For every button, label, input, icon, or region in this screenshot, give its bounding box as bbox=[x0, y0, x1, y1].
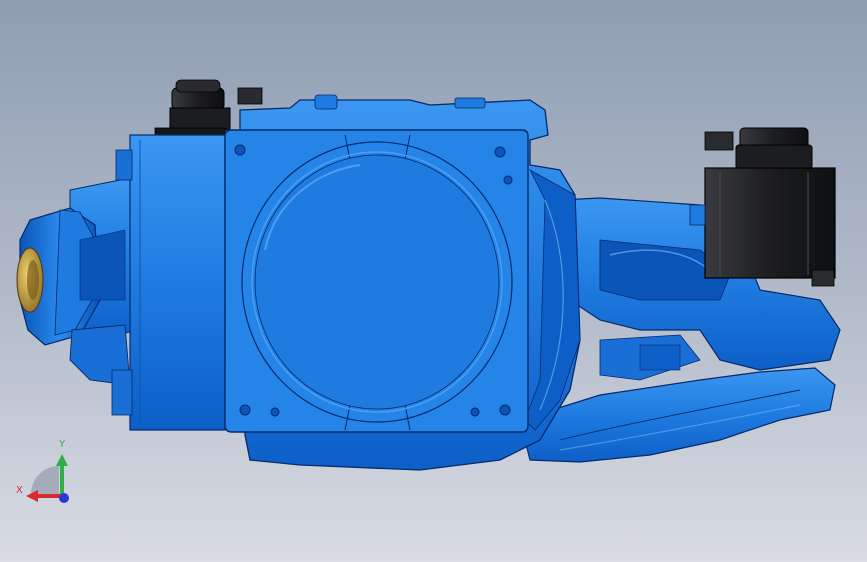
y-axis-label: Y bbox=[59, 439, 66, 450]
x-axis-label: X bbox=[16, 485, 23, 496]
z-axis-marker bbox=[59, 493, 69, 503]
front-cover-plate[interactable] bbox=[224, 129, 529, 433]
coordinate-triad: Y X bbox=[10, 438, 90, 510]
right-motor[interactable] bbox=[689, 127, 836, 287]
bushing-bore bbox=[27, 260, 39, 300]
triad-axes-icon bbox=[26, 454, 69, 503]
cad-viewport[interactable]: Y X bbox=[0, 0, 867, 562]
robot-arm-3d-model[interactable] bbox=[0, 0, 867, 562]
